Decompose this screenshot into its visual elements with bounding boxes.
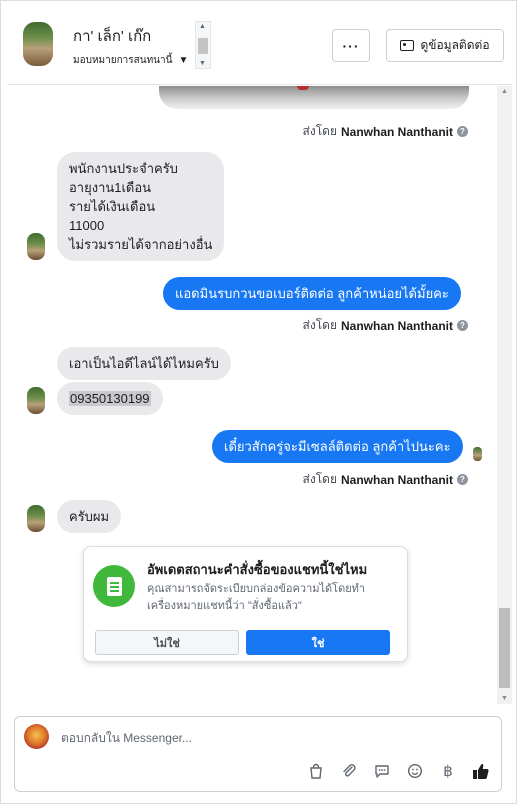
order-yes-button[interactable]: ใช่ bbox=[246, 630, 390, 655]
contact-card-icon bbox=[400, 40, 415, 51]
sender-name: Nanwhan Nanthanit bbox=[340, 124, 453, 139]
scrollbar-thumb[interactable] bbox=[198, 38, 208, 54]
contact-avatar[interactable] bbox=[23, 22, 53, 66]
order-receipt-icon bbox=[93, 565, 135, 607]
thread-scrollbar[interactable]: ▲ ▼ bbox=[497, 86, 512, 704]
conversation-header: กา' เล็ก' เก๊ก มอบหมายการสนทนานี้ ▼ ▲ ▼ … bbox=[7, 7, 512, 85]
order-no-button[interactable]: ไม่ใช่ bbox=[95, 630, 239, 655]
reply-composer: ฿ bbox=[14, 716, 502, 792]
more-icon: ··· bbox=[342, 37, 360, 54]
sender-name: Nanwhan Nanthanit bbox=[340, 472, 453, 487]
photo-detail bbox=[297, 86, 309, 90]
scroll-up-arrow-icon[interactable]: ▲ bbox=[199, 23, 206, 30]
scroll-down-arrow-icon[interactable]: ▼ bbox=[501, 695, 508, 702]
paperclip-icon[interactable] bbox=[339, 761, 359, 781]
sender-avatar[interactable] bbox=[27, 233, 45, 260]
assign-label: มอบหมายการสนทนานี้ bbox=[73, 55, 173, 66]
message-thread: ส่งโดย Nanwhan Nanthanit ? พนักงานประจำค… bbox=[7, 86, 512, 704]
sender-avatar[interactable] bbox=[27, 505, 45, 532]
message-line: ไม่รวมรายได้จากอย่างอื่น bbox=[69, 237, 213, 252]
sent-by-label: ส่งโดย Nanwhan Nanthanit ? bbox=[303, 122, 468, 141]
chat-icon[interactable] bbox=[372, 761, 392, 781]
order-prompt-description: คุณสามารถจัดระเบียบกล่องข้อความได้โดยทำเ… bbox=[147, 583, 366, 612]
sender-name: Nanwhan Nanthanit bbox=[340, 318, 453, 333]
incoming-message[interactable]: เอาเป็นไอดีไลน์ได้ไหมครับ bbox=[57, 347, 231, 380]
info-icon[interactable]: ? bbox=[457, 320, 468, 331]
message-line: 11000 bbox=[69, 218, 105, 233]
header-scrollbar[interactable]: ▲ ▼ bbox=[195, 21, 211, 69]
reply-input[interactable] bbox=[61, 731, 361, 745]
sent-by-label: ส่งโดย Nanwhan Nanthanit ? bbox=[303, 316, 468, 335]
composer-toolbar: ฿ bbox=[306, 761, 491, 781]
incoming-message[interactable]: พนักงานประจำครับ อายุงาน1เดือน รายได้เงิ… bbox=[57, 152, 225, 261]
incoming-message[interactable]: ครับผม bbox=[57, 500, 122, 533]
sent-by-prefix: ส่งโดย bbox=[302, 472, 337, 486]
info-icon[interactable]: ? bbox=[457, 126, 468, 137]
view-contact-info-button[interactable]: ดูข้อมูลติดต่อ bbox=[386, 29, 504, 62]
view-contact-info-label: ดูข้อมูลติดต่อ bbox=[420, 38, 490, 52]
contact-name[interactable]: กา' เล็ก' เก๊ก bbox=[73, 24, 151, 48]
emoji-icon[interactable] bbox=[405, 761, 425, 781]
seen-avatar bbox=[473, 447, 482, 461]
sender-avatar[interactable] bbox=[27, 387, 45, 414]
page-avatar bbox=[24, 724, 49, 749]
thumbs-up-icon[interactable] bbox=[471, 761, 491, 781]
message-line: อายุงาน1เดือน bbox=[69, 180, 152, 195]
scroll-up-arrow-icon[interactable]: ▲ bbox=[501, 88, 508, 95]
scrollbar-thumb[interactable] bbox=[499, 608, 510, 688]
assign-conversation-dropdown[interactable]: มอบหมายการสนทนานี้ ▼ bbox=[73, 53, 188, 68]
shared-photo-message[interactable] bbox=[159, 86, 469, 109]
message-line: พนักงานประจำครับ bbox=[69, 161, 178, 176]
incoming-message-phone[interactable]: 09350130199 bbox=[57, 382, 163, 415]
more-options-button[interactable]: ··· bbox=[332, 29, 370, 62]
shopping-bag-icon[interactable] bbox=[306, 761, 326, 781]
message-line: รายได้เงินเดือน bbox=[69, 199, 156, 214]
caret-down-icon: ▼ bbox=[178, 55, 189, 66]
scroll-down-arrow-icon[interactable]: ▼ bbox=[199, 60, 206, 67]
outgoing-message[interactable]: เดี๋ยวสักครู่จะมีเซลล์ติดต่อ ลูกค้าไปนะค… bbox=[212, 430, 463, 463]
sent-by-prefix: ส่งโดย bbox=[302, 124, 337, 138]
order-status-prompt: อัพเดตสถานะคำสั่งซื้อของแชทนี้ใช่ไหม คุณ… bbox=[83, 546, 408, 662]
conversation-panel: กา' เล็ก' เก๊ก มอบหมายการสนทนานี้ ▼ ▲ ▼ … bbox=[0, 0, 517, 804]
sent-by-label: ส่งโดย Nanwhan Nanthanit ? bbox=[303, 470, 468, 489]
order-prompt-title: อัพเดตสถานะคำสั่งซื้อของแชทนี้ใช่ไหม bbox=[147, 562, 368, 577]
phone-number[interactable]: 09350130199 bbox=[69, 391, 151, 406]
baht-icon[interactable]: ฿ bbox=[438, 761, 458, 781]
sent-by-prefix: ส่งโดย bbox=[302, 318, 337, 332]
info-icon[interactable]: ? bbox=[457, 474, 468, 485]
outgoing-message[interactable]: แอดมินรบกวนขอเบอร์ติดต่อ ลูกค้าหน่อยได้ม… bbox=[163, 277, 461, 310]
